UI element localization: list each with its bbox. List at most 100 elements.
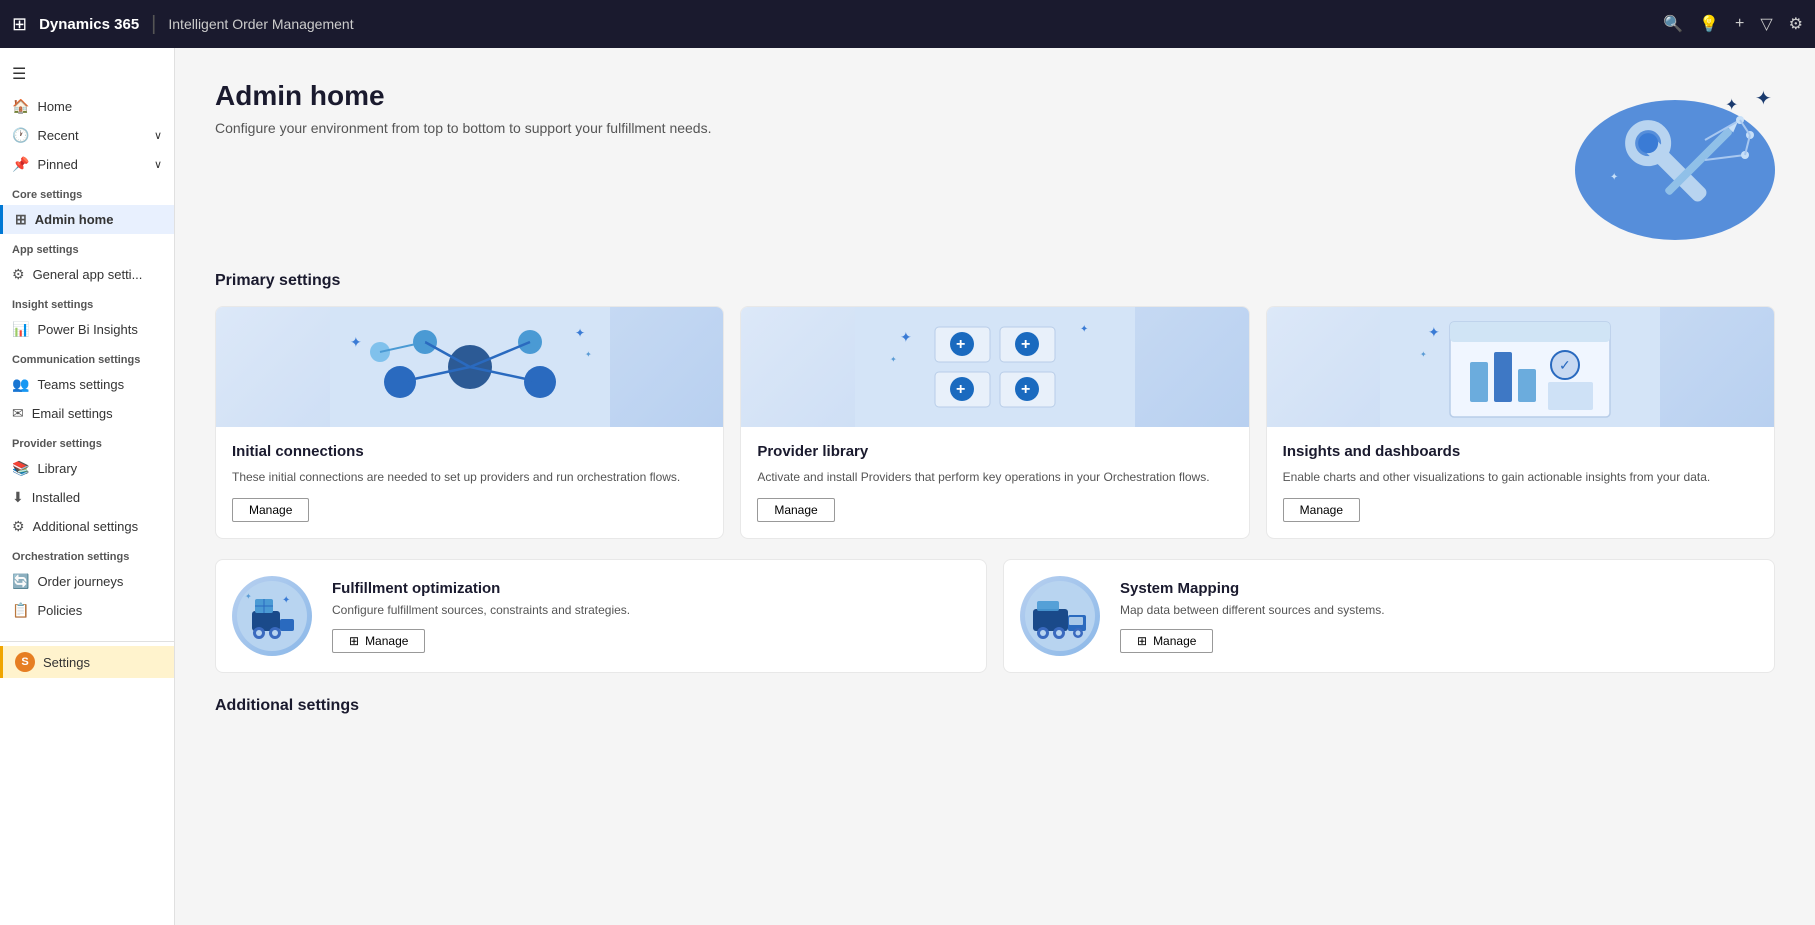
card-image-connections: ✦ ✦ ✦ [216, 307, 723, 427]
card-desc-fulfillment: Configure fulfillment sources, constrain… [332, 601, 970, 619]
pin-icon: 📌 [12, 156, 29, 173]
section-communication-settings: Communication settings [0, 344, 174, 370]
add-icon[interactable]: + [1735, 15, 1744, 33]
card-icon-mapping [1020, 576, 1100, 656]
card-initial-connections: ✦ ✦ ✦ Initial connections These initial … [215, 306, 724, 539]
sidebar-item-additional[interactable]: ⚙ Additional settings [0, 512, 174, 541]
additional-section-title: Additional settings [215, 697, 1775, 715]
card-body-provider: Provider library Activate and install Pr… [741, 427, 1248, 538]
manage-button-mapping[interactable]: ⊞ Manage [1120, 629, 1213, 653]
sidebar-item-teams[interactable]: 👥 Teams settings [0, 370, 174, 399]
chevron-down-icon: ∨ [154, 129, 162, 142]
manage-icon-mapping: ⊞ [1137, 634, 1147, 648]
sidebar-installed-label: Installed [32, 490, 80, 505]
card-insights-dashboards: ✓ ✦ ✦ Insights and dashboards Enable cha… [1266, 306, 1775, 539]
home-icon: 🏠 [12, 98, 29, 115]
page-subtitle: Configure your environment from top to b… [215, 120, 711, 136]
svg-text:+: + [1021, 381, 1030, 398]
sidebar-item-recent[interactable]: 🕐 Recent ∨ [0, 121, 174, 150]
svg-text:✦: ✦ [350, 334, 362, 350]
topbar: ⊞ Dynamics 365 | Intelligent Order Manag… [0, 0, 1815, 48]
svg-text:✦: ✦ [245, 592, 252, 601]
sidebar-item-settings[interactable]: S Settings [0, 646, 174, 678]
chart-icon: 📊 [12, 321, 29, 338]
primary-cards-grid: ✦ ✦ ✦ Initial connections These initial … [215, 306, 1775, 539]
search-icon[interactable]: 🔍 [1663, 14, 1683, 34]
card-title-provider: Provider library [757, 443, 1232, 460]
card-icon-fulfillment: ✦ ✦ [232, 576, 312, 656]
secondary-cards-grid: ✦ ✦ Fulfillment optimization Configure f… [215, 559, 1775, 673]
download-icon: ⬇ [12, 489, 24, 506]
grid-icon: ⊞ [15, 211, 27, 228]
card-title-insights: Insights and dashboards [1283, 443, 1758, 460]
library-icon: 📚 [12, 460, 29, 477]
filter-icon[interactable]: ▽ [1760, 14, 1772, 34]
settings-avatar: S [15, 652, 35, 672]
main-layout: ☰ 🏠 Home 🕐 Recent ∨ 📌 Pinned ∨ Core sett… [0, 48, 1815, 925]
section-insight-settings: Insight settings [0, 289, 174, 315]
topbar-divider: | [151, 13, 156, 36]
manage-button-insights[interactable]: Manage [1283, 498, 1360, 522]
card-fulfillment: ✦ ✦ Fulfillment optimization Configure f… [215, 559, 987, 673]
sidebar-item-power-bi[interactable]: 📊 Power Bi Insights [0, 315, 174, 344]
sidebar: ☰ 🏠 Home 🕐 Recent ∨ 📌 Pinned ∨ Core sett… [0, 48, 175, 925]
sidebar-order-journeys-label: Order journeys [37, 574, 123, 589]
primary-section-title: Primary settings [215, 272, 1775, 290]
hamburger-menu[interactable]: ☰ [0, 56, 174, 92]
sidebar-policies-label: Policies [37, 603, 82, 618]
card-title-fulfillment: Fulfillment optimization [332, 580, 970, 597]
chevron-down-icon: ∨ [154, 158, 162, 171]
svg-text:✦: ✦ [900, 329, 912, 345]
settings-icon[interactable]: ⚙ [1789, 14, 1803, 34]
sidebar-admin-home-label: Admin home [35, 212, 114, 227]
sidebar-item-email[interactable]: ✉ Email settings [0, 399, 174, 428]
card-horizontal-body-mapping: System Mapping Map data between differen… [1120, 580, 1758, 653]
svg-text:✦: ✦ [585, 350, 592, 359]
sidebar-item-installed[interactable]: ⬇ Installed [0, 483, 174, 512]
svg-text:✦: ✦ [1610, 172, 1618, 183]
sidebar-email-label: Email settings [32, 406, 113, 421]
sidebar-item-order-journeys[interactable]: 🔄 Order journeys [0, 567, 174, 596]
app-name: Intelligent Order Management [168, 16, 353, 32]
sidebar-item-library[interactable]: 📚 Library [0, 454, 174, 483]
manage-button-fulfillment[interactable]: ⊞ Manage [332, 629, 425, 653]
sidebar-item-general-app[interactable]: ⚙ General app setti... [0, 260, 174, 289]
card-body-insights: Insights and dashboards Enable charts an… [1267, 427, 1774, 538]
svg-text:✦: ✦ [890, 355, 897, 364]
sidebar-power-bi-label: Power Bi Insights [37, 322, 137, 337]
card-desc-mapping: Map data between different sources and s… [1120, 601, 1758, 619]
lightbulb-icon[interactable]: 💡 [1699, 14, 1719, 34]
manage-icon-fulfillment: ⊞ [349, 634, 359, 648]
header-illustration: ✦ ✦ ✦ [1555, 80, 1775, 240]
card-system-mapping: System Mapping Map data between differen… [1003, 559, 1775, 673]
svg-text:✦: ✦ [1080, 324, 1088, 335]
sidebar-item-home[interactable]: 🏠 Home [0, 92, 174, 121]
section-orchestration-settings: Orchestration settings [0, 541, 174, 567]
grid-icon[interactable]: ⊞ [12, 14, 27, 35]
sidebar-recent-label: Recent [37, 128, 78, 143]
card-desc-insights: Enable charts and other visualizations t… [1283, 468, 1758, 486]
manage-button-provider[interactable]: Manage [757, 498, 834, 522]
page-header: Admin home Configure your environment fr… [215, 80, 1775, 240]
svg-text:✦: ✦ [1755, 88, 1772, 110]
svg-text:+: + [956, 381, 965, 398]
journey-icon: 🔄 [12, 573, 29, 590]
sidebar-general-app-label: General app setti... [33, 267, 143, 282]
sidebar-item-admin-home[interactable]: ⊞ Admin home [0, 205, 174, 234]
section-provider-settings: Provider settings [0, 428, 174, 454]
card-image-provider: + + + + ✦ ✦ ✦ [741, 307, 1248, 427]
additional-icon: ⚙ [12, 518, 25, 535]
sidebar-additional-label: Additional settings [33, 519, 139, 534]
content-area: Admin home Configure your environment fr… [175, 48, 1815, 925]
topbar-actions: 🔍 💡 + ▽ ⚙ [1663, 14, 1803, 34]
sidebar-item-pinned[interactable]: 📌 Pinned ∨ [0, 150, 174, 179]
section-app-settings: App settings [0, 234, 174, 260]
manage-button-connections[interactable]: Manage [232, 498, 309, 522]
svg-text:+: + [956, 336, 965, 353]
teams-icon: 👥 [12, 376, 29, 393]
svg-text:✓: ✓ [1559, 357, 1571, 373]
card-provider-library: + + + + ✦ ✦ ✦ Provider library [740, 306, 1249, 539]
page-header-left: Admin home Configure your environment fr… [215, 80, 711, 136]
sidebar-item-policies[interactable]: 📋 Policies [0, 596, 174, 625]
sidebar-teams-label: Teams settings [37, 377, 124, 392]
